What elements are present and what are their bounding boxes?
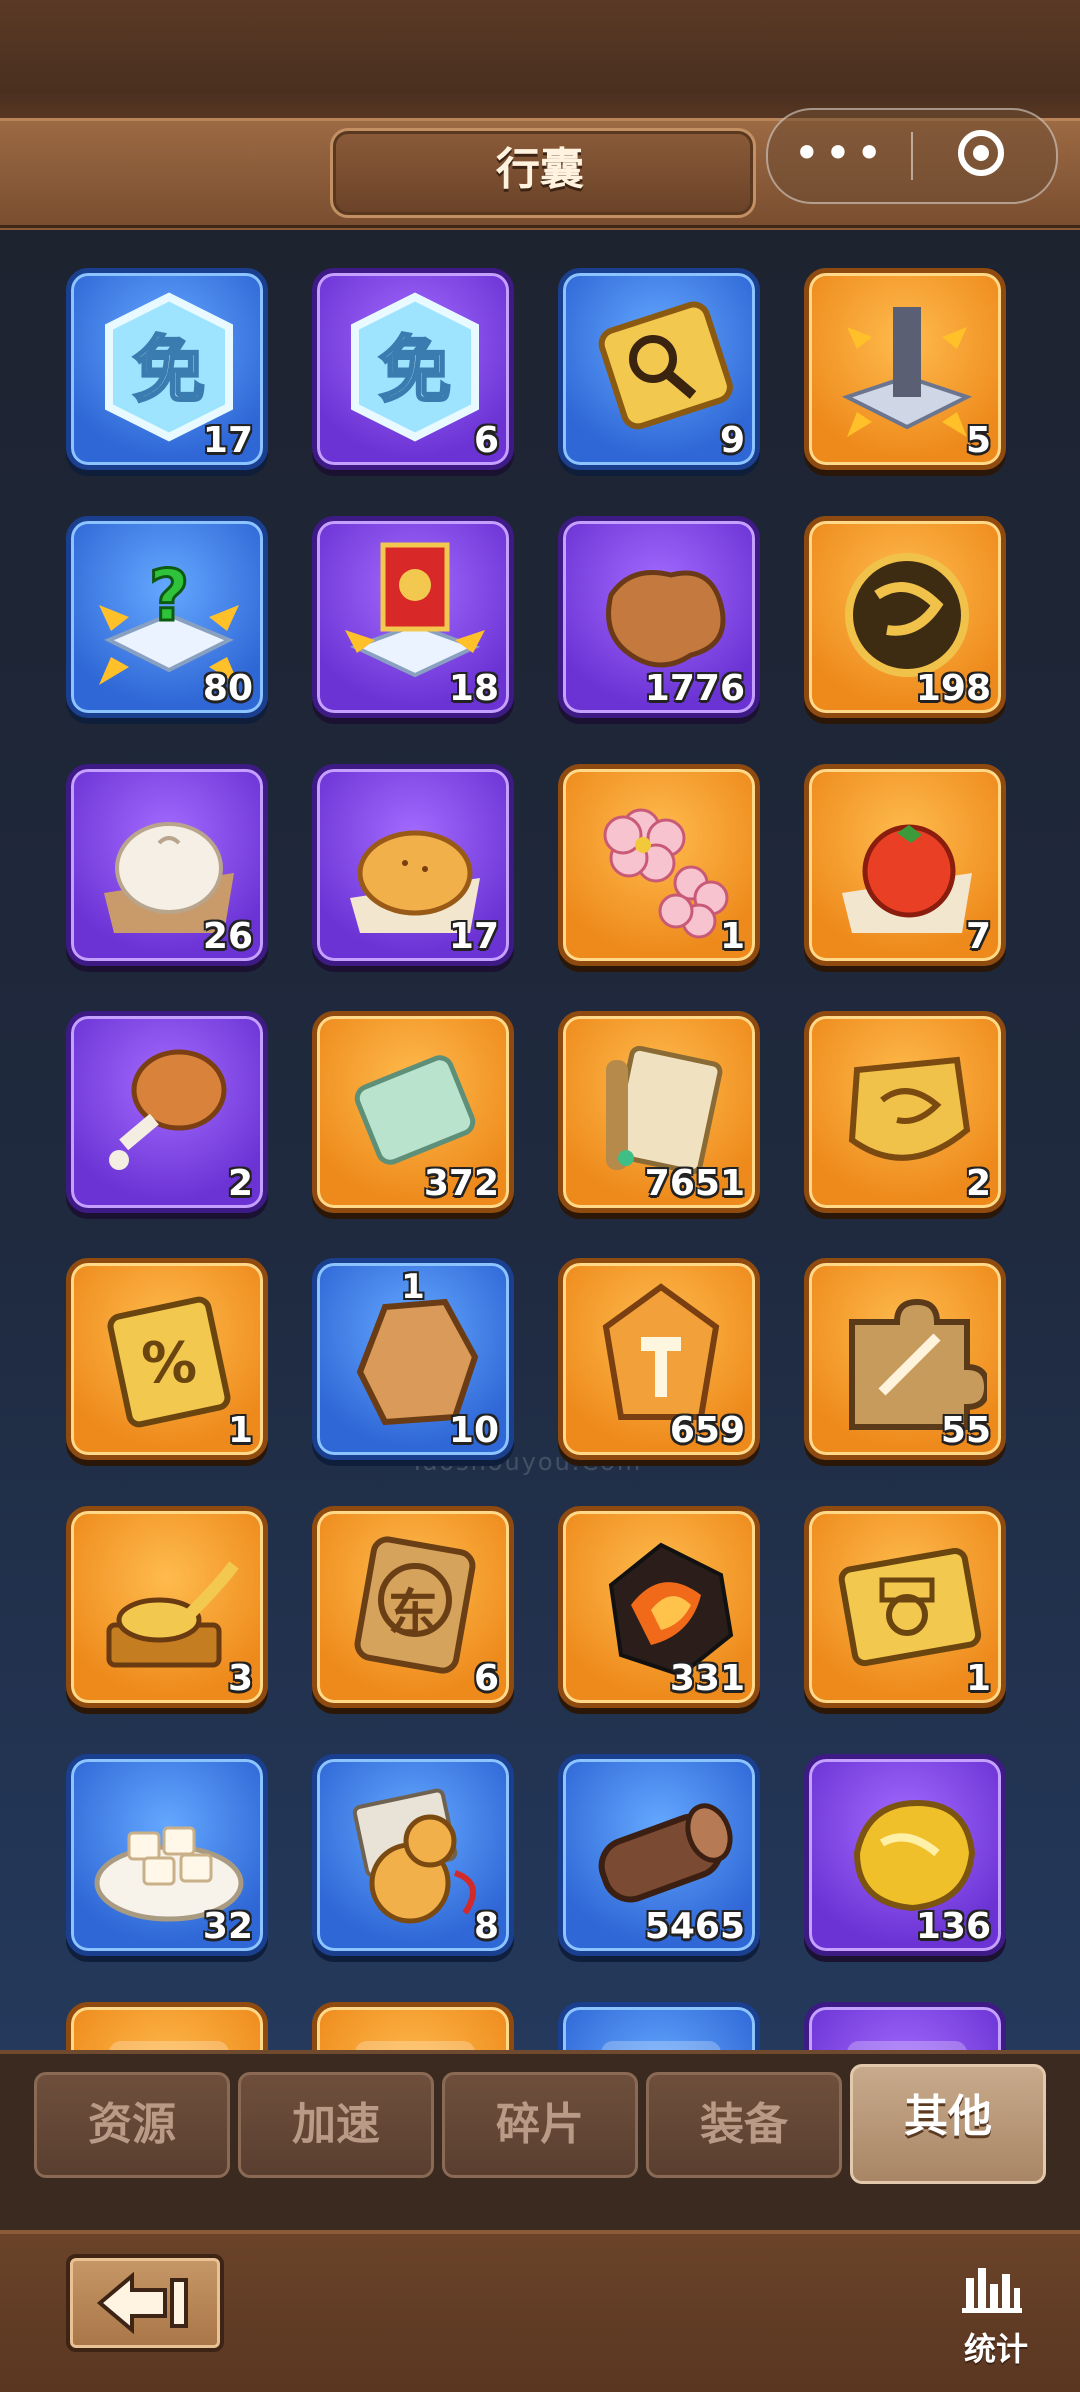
- item-extra-count: 1: [401, 1267, 425, 1307]
- inventory-item-pastry[interactable]: 17: [312, 764, 514, 966]
- inventory-item-city-relocate[interactable]: 5: [804, 268, 1006, 470]
- inventory-item-tofu-plate[interactable]: 32: [66, 1754, 268, 1956]
- inventory-item-dragon-token[interactable]: 2: [804, 1011, 1006, 1213]
- item-count: 198: [915, 668, 991, 709]
- item-count: 10: [448, 1410, 499, 1451]
- item-count: 6: [473, 1658, 499, 1699]
- inventory-item-wood-log[interactable]: 5465: [558, 1754, 760, 1956]
- item-count: 17: [202, 420, 253, 461]
- dragon-token-icon: [848, 1056, 971, 1161]
- inventory-item-discount-card[interactable]: % 1: [66, 1258, 268, 1460]
- item-count: 7651: [644, 1163, 745, 1204]
- inventory-item-scout-scroll[interactable]: 9: [558, 268, 760, 470]
- item-count: 372: [423, 1163, 499, 1204]
- inventory-item-protection-shield-blue[interactable]: 免 17: [66, 268, 268, 470]
- item-count: 32: [202, 1906, 253, 1947]
- category-tab-bar: 资源 加速 碎片 装备 其他: [0, 2050, 1080, 2234]
- mini-program-capsule: •••: [766, 108, 1058, 204]
- partial-icon: [601, 2041, 721, 2050]
- partial-icon: [109, 2041, 229, 2050]
- inventory-item-partial-item-4[interactable]: [804, 2002, 1006, 2050]
- bar-chart-icon: [962, 2268, 1022, 2313]
- inventory-item-gourd-charm[interactable]: 8: [312, 1754, 514, 1956]
- close-target-icon[interactable]: [958, 130, 1004, 176]
- inventory-item-east-token[interactable]: 东6: [312, 1506, 514, 1708]
- shield-immune-icon: 免: [351, 292, 479, 442]
- item-count: 26: [202, 916, 253, 957]
- inventory-item-stone-chunk[interactable]: 1 10: [312, 1258, 514, 1460]
- partial-icon: [355, 2041, 475, 2050]
- svg-text:免: 免: [379, 328, 451, 412]
- inventory-grid[interactable]: Taoshouyou.Com 免 17 免 6 9 5? 80 18 1776 198 26 17 1 7…: [0, 230, 1080, 2050]
- inventory-item-plum-blossom[interactable]: 1: [558, 764, 760, 966]
- back-arrow-icon: [96, 2271, 188, 2335]
- item-count: 1: [227, 1410, 253, 1451]
- item-count: 1776: [644, 668, 745, 709]
- item-count: 5: [965, 420, 991, 461]
- item-count: 6: [473, 420, 499, 461]
- svg-text:%: %: [141, 1331, 197, 1396]
- inventory-item-partial-item-3[interactable]: [558, 2002, 760, 2050]
- tab-5[interactable]: 其他: [850, 2064, 1046, 2184]
- back-button[interactable]: [66, 2254, 224, 2352]
- inventory-item-gold-nugget[interactable]: 136: [804, 1754, 1006, 1956]
- inventory-item-hammer-crystal[interactable]: 659: [558, 1258, 760, 1460]
- percent-card-icon: %: [107, 1296, 231, 1428]
- item-count: 3: [227, 1658, 253, 1699]
- inventory-item-drumstick[interactable]: 2: [66, 1011, 268, 1213]
- tab-2[interactable]: 加速: [238, 2072, 434, 2178]
- item-count: 1: [965, 1658, 991, 1699]
- inventory-item-random-relocate[interactable]: ? 80: [66, 516, 268, 718]
- item-count: 17: [448, 916, 499, 957]
- inventory-item-puzzle-piece[interactable]: 55: [804, 1258, 1006, 1460]
- item-count: 1: [719, 916, 745, 957]
- inventory-item-imperial-edict[interactable]: 7651: [558, 1011, 760, 1213]
- statistics-button[interactable]: 统计: [946, 2264, 1046, 2374]
- page-title: 行囊: [496, 144, 584, 195]
- inventory-item-gold-ore-ball[interactable]: 198: [804, 516, 1006, 718]
- item-count: 9: [719, 420, 745, 461]
- gourd-icon: [352, 1788, 476, 1924]
- tab-1[interactable]: 资源: [34, 2072, 230, 2178]
- inventory-item-chariot-card[interactable]: 1: [804, 1506, 1006, 1708]
- inventory-item-alliance-relocate[interactable]: 18: [312, 516, 514, 718]
- city-move-icon: [841, 307, 973, 437]
- item-count: 2: [227, 1163, 253, 1204]
- inventory-item-partial-item-2[interactable]: [312, 2002, 514, 2050]
- inventory-item-leather[interactable]: 1776: [558, 516, 760, 718]
- item-count: 7: [965, 916, 991, 957]
- inventory-item-steamed-bun[interactable]: 26: [66, 764, 268, 966]
- persimmon-icon: [842, 824, 972, 933]
- item-count: 331: [669, 1658, 745, 1699]
- svg-text:?: ?: [149, 555, 190, 637]
- partial-icon: [847, 2041, 967, 2050]
- bottom-bar: 统计: [0, 2230, 1080, 2392]
- item-count: 136: [915, 1906, 991, 1947]
- spoon-icon: [106, 1561, 239, 1668]
- tab-4[interactable]: 装备: [646, 2072, 842, 2178]
- magnifier-plaque-icon: [598, 301, 733, 430]
- inventory-item-partial-item-1[interactable]: [66, 2002, 268, 2050]
- inventory-item-fire-ore[interactable]: 331: [558, 1506, 760, 1708]
- item-count: 659: [669, 1410, 745, 1451]
- item-count: 5465: [644, 1906, 745, 1947]
- tab-3[interactable]: 碎片: [442, 2072, 638, 2178]
- item-count: 8: [473, 1906, 499, 1947]
- drumstick-icon: [109, 1049, 227, 1170]
- inventory-item-jade-stone[interactable]: 372: [312, 1011, 514, 1213]
- svg-text:免: 免: [133, 328, 205, 412]
- item-count: 18: [448, 668, 499, 709]
- more-menu-button[interactable]: •••: [768, 110, 912, 202]
- statistics-label: 统计: [963, 2330, 1028, 2368]
- item-count: 55: [940, 1410, 991, 1451]
- item-count: 2: [965, 1163, 991, 1204]
- item-count: 80: [202, 668, 253, 709]
- inventory-item-persimmon[interactable]: 7: [804, 764, 1006, 966]
- inventory-item-protection-shield-purple[interactable]: 免6: [312, 268, 514, 470]
- inventory-item-golden-spoon[interactable]: 3: [66, 1506, 268, 1708]
- flower-icon: [603, 808, 729, 939]
- chariot-card-icon: [838, 1547, 982, 1667]
- item-glyph: 东: [388, 1584, 438, 1642]
- capsule-divider: [911, 132, 913, 180]
